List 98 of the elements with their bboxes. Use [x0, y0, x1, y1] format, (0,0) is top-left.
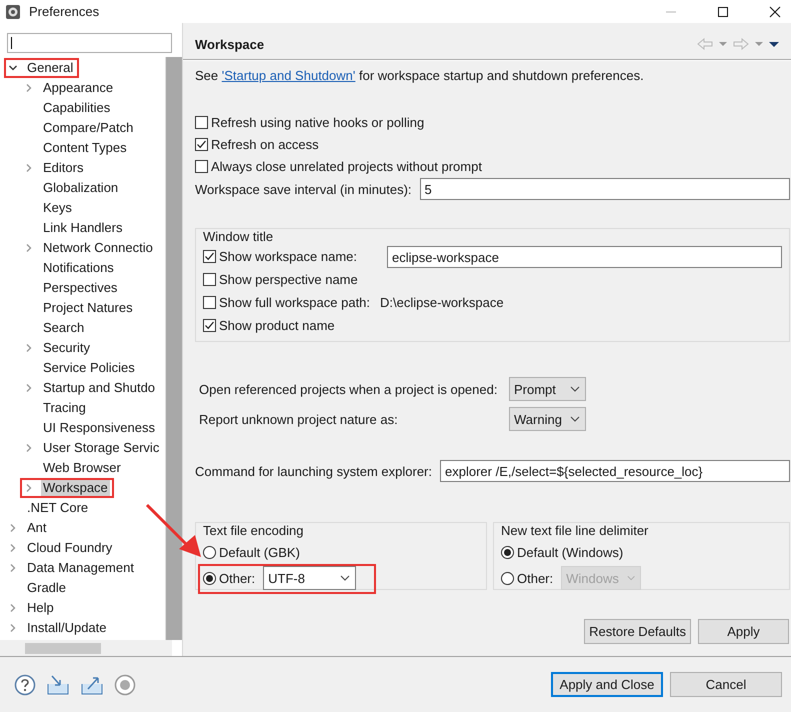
tree-item[interactable]: .NET Core — [25, 499, 90, 517]
expand-icon[interactable] — [24, 383, 34, 393]
tree-item[interactable]: Gradle — [25, 579, 68, 597]
forward-icon[interactable] — [733, 38, 749, 50]
filter-field[interactable] — [7, 33, 172, 53]
radio-label[interactable]: Default (GBK) — [219, 544, 300, 560]
record-icon[interactable] — [114, 674, 136, 696]
expand-icon[interactable] — [24, 243, 34, 253]
chevron-down-icon — [570, 416, 580, 422]
tree-item[interactable]: Network Connectio — [41, 239, 155, 257]
input-field[interactable]: 5 — [420, 178, 790, 200]
group-title: Window title — [203, 229, 274, 245]
intro-text: See 'Startup and Shutdown' for workspace startup and shutdown preferences. — [195, 67, 645, 85]
import-icon[interactable] — [46, 674, 70, 696]
dropdown[interactable]: Warning — [509, 407, 586, 431]
expand-icon[interactable] — [8, 623, 18, 633]
field-label: Open referenced projects when a project is opened: — [199, 382, 498, 396]
dropdown-icon[interactable] — [719, 41, 727, 47]
expand-icon[interactable] — [8, 603, 18, 613]
tree-item[interactable]: Capabilities — [41, 99, 112, 117]
tree-item[interactable]: Editors — [41, 159, 86, 177]
input-field[interactable]: explorer /E,/select=${selected_resource_loc} — [440, 460, 790, 482]
tree-item[interactable]: Service Policies — [41, 359, 137, 377]
expand-icon[interactable] — [8, 523, 18, 533]
button[interactable]: Restore Defaults — [584, 619, 691, 644]
tree-item[interactable]: Help — [25, 599, 56, 617]
tree-item[interactable]: Perspectives — [41, 279, 120, 297]
tree-item[interactable]: Link Handlers — [41, 219, 124, 237]
close-icon[interactable] — [769, 6, 781, 18]
vertical-scrollbar[interactable] — [165, 57, 182, 640]
tree-item[interactable]: Keys — [41, 199, 74, 217]
check-icon — [204, 251, 215, 262]
checkbox[interactable]: Show product name — [203, 314, 335, 336]
help-icon[interactable] — [14, 674, 36, 696]
radio-button[interactable] — [501, 546, 514, 558]
expand-icon[interactable] — [24, 483, 34, 493]
tree-item[interactable]: Tracing — [41, 399, 88, 417]
check-icon — [196, 138, 207, 150]
dropdown[interactable]: UTF-8 — [263, 566, 356, 590]
button[interactable]: Cancel — [670, 672, 782, 697]
field-label: Workspace save interval (in minutes): — [195, 182, 412, 196]
checkbox[interactable]: Show workspace name: — [203, 246, 358, 268]
dropdown[interactable]: Prompt — [509, 377, 586, 401]
button[interactable]: Apply and Close — [551, 672, 663, 697]
radio-label[interactable]: Default (Windows) — [517, 544, 624, 560]
expand-icon[interactable] — [24, 163, 34, 173]
tree-item[interactable]: Content Types — [41, 139, 129, 157]
collapse-icon[interactable] — [8, 63, 18, 73]
tree-item[interactable]: UI Responsiveness — [41, 419, 157, 437]
expand-icon[interactable] — [8, 543, 18, 553]
group-title: New text file line delimiter — [501, 523, 650, 539]
button[interactable]: Apply — [698, 619, 789, 644]
tree-item[interactable]: Project Natures — [41, 299, 135, 317]
expand-icon[interactable] — [24, 83, 34, 93]
tree-item[interactable]: Ant — [25, 519, 49, 537]
expand-icon[interactable] — [24, 443, 34, 453]
group-title: Text file encoding — [203, 523, 304, 539]
menu-icon[interactable] — [769, 40, 779, 48]
chevron-down-icon — [570, 386, 580, 392]
dropdown-icon[interactable] — [755, 41, 763, 47]
dropdown: Windows — [561, 566, 642, 590]
startup-link[interactable]: 'Startup and Shutdown' — [222, 68, 356, 83]
checkbox[interactable]: Show perspective name — [203, 268, 358, 290]
tree-item[interactable]: User Storage Servic — [41, 439, 162, 457]
path-text: D:\eclipse-workspace — [380, 295, 504, 310]
tree-item[interactable]: Appearance — [41, 79, 116, 97]
gear-icon — [5, 4, 21, 20]
field-label: Command for launching system explorer: — [195, 464, 432, 478]
tree-item[interactable]: Install/Update — [25, 619, 108, 637]
tree-item[interactable]: Startup and Shutdo — [41, 379, 158, 397]
tree-item[interactable]: Notifications — [41, 259, 116, 277]
chevron-down-icon — [626, 575, 636, 581]
window-title: Preferences — [29, 4, 100, 19]
checkbox[interactable]: Always close unrelated projects without prompt — [195, 155, 790, 177]
tree-item[interactable]: Globalization — [41, 179, 120, 197]
expand-icon[interactable] — [24, 343, 34, 353]
tree-item[interactable]: General — [25, 59, 76, 77]
radio-button[interactable] — [203, 546, 216, 558]
input-field[interactable]: eclipse-workspace — [387, 246, 782, 268]
checkbox[interactable]: Show full workspace path: — [203, 292, 370, 314]
tree-item[interactable]: Cloud Foundry — [25, 539, 114, 557]
radio-button[interactable] — [203, 572, 216, 584]
back-icon[interactable] — [697, 38, 713, 50]
checkbox[interactable]: Refresh on access — [195, 133, 790, 155]
tree-item[interactable]: Search — [41, 319, 86, 337]
check-icon — [204, 320, 215, 331]
horizontal-scrollbar[interactable] — [0, 640, 172, 656]
chevron-down-icon — [340, 575, 350, 581]
tree-item[interactable]: Security — [41, 339, 92, 357]
tree-item[interactable]: Compare/Patch — [41, 119, 136, 137]
checkbox[interactable]: Refresh using native hooks or polling — [195, 111, 790, 133]
page-title: Workspace — [195, 36, 264, 52]
expand-icon[interactable] — [8, 563, 18, 573]
field-label: Report unknown project nature as: — [199, 412, 399, 426]
maximize-icon[interactable] — [717, 6, 729, 18]
radio-label[interactable]: Other: — [219, 570, 256, 586]
tree-item[interactable]: Data Management — [25, 559, 136, 577]
tree-item[interactable]: Web Browser — [41, 459, 123, 477]
